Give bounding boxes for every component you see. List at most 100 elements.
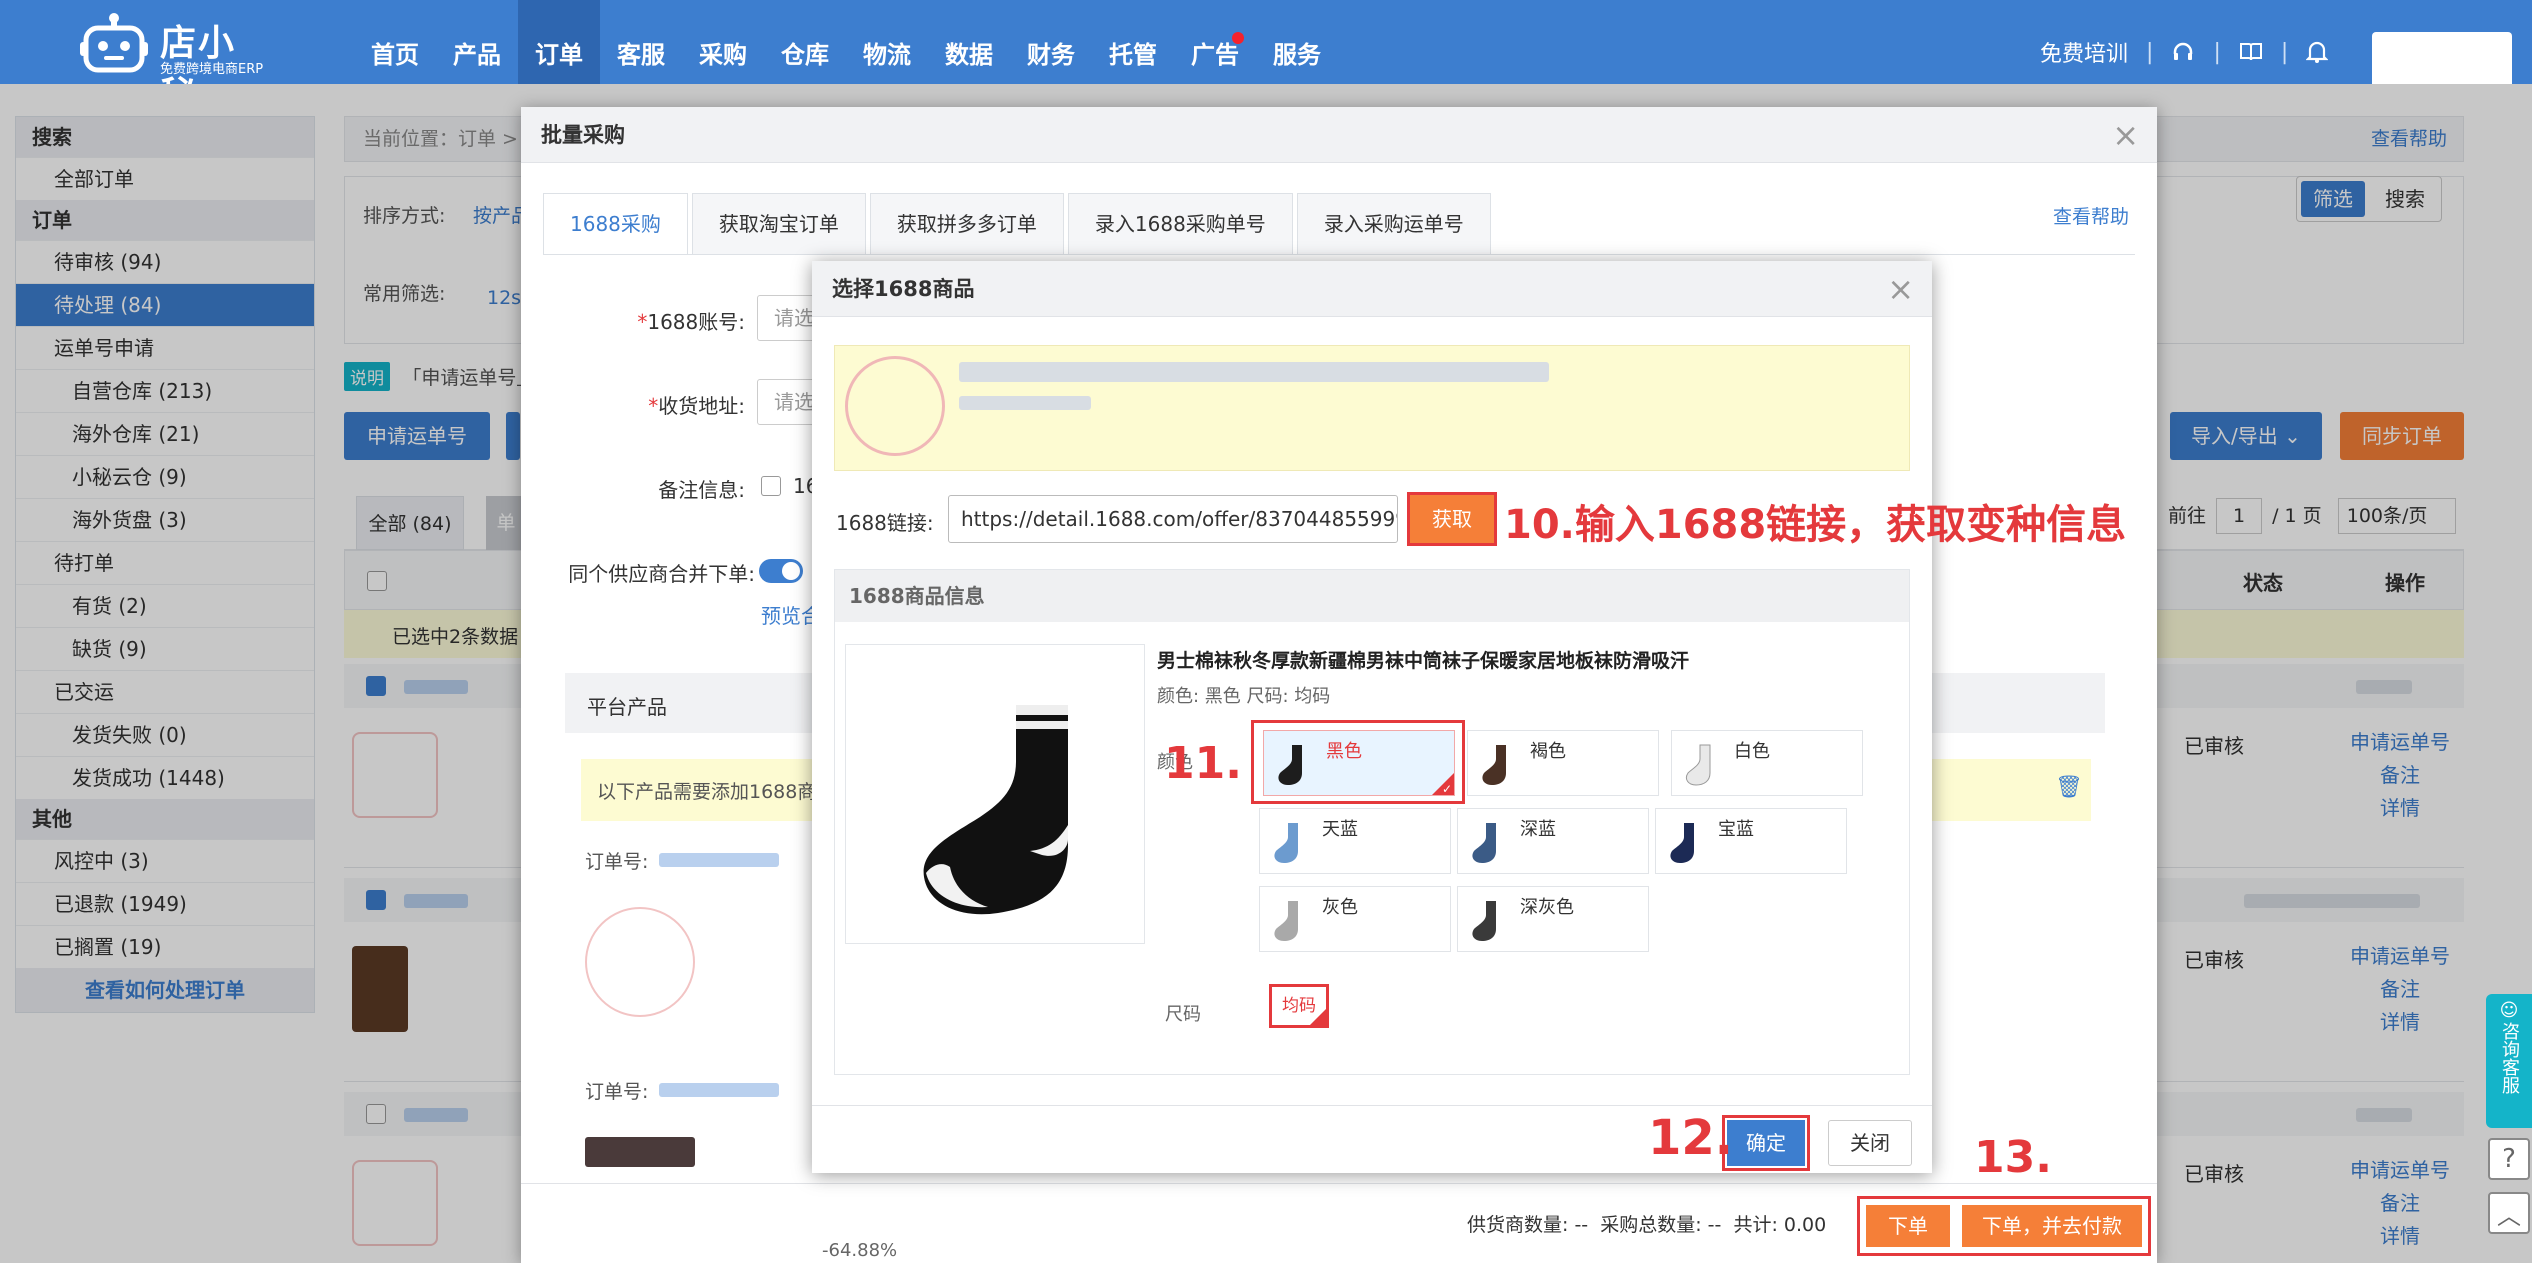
variant-royal-blue[interactable]: 宝蓝 — [1655, 808, 1847, 874]
variant-dark-gray[interactable]: 深灰色 — [1457, 886, 1649, 952]
product-title: 男士棉袜秋冬厚款新疆棉男袜中筒袜子保暖家居地板袜防滑吸汗 — [1157, 650, 1690, 672]
free-training-link[interactable]: 免费培训 — [2040, 36, 2128, 68]
product-image — [845, 644, 1145, 944]
product-thumbnail — [585, 1137, 695, 1167]
nav-item-warehouse[interactable]: 仓库 — [764, 0, 846, 84]
tab-fetch-taobao[interactable]: 获取淘宝订单 — [691, 193, 866, 255]
back-to-top-icon[interactable]: ︿ — [2488, 1192, 2530, 1234]
nav-item-ads-label: 广告 — [1191, 41, 1239, 69]
order-no-value — [659, 1083, 779, 1097]
variant-dark-blue[interactable]: 深蓝 — [1457, 808, 1649, 874]
sock-image-icon — [923, 705, 1068, 915]
close-icon[interactable]: × — [2112, 107, 2139, 163]
divider: | — [2280, 39, 2289, 65]
nav-item-ads[interactable]: 广告 — [1174, 0, 1256, 84]
merge-supplier-toggle[interactable] — [759, 559, 803, 583]
close-icon[interactable]: × — [1887, 261, 1914, 317]
order-no-value — [659, 853, 779, 867]
logo[interactable]: 店小秘 免费跨境电商ERP — [80, 8, 270, 116]
sock-thumbnail-icon — [1472, 823, 1496, 863]
confirm-button[interactable]: 确定 — [1722, 1115, 1810, 1171]
product-thumbnail — [585, 907, 695, 1017]
percent-fragment: -64.88% — [822, 1240, 898, 1261]
product-info-panel: 1688商品信息 男士棉袜秋冬厚款新疆棉男袜中筒袜子保暖家居地板袜防滑吸汗 颜色… — [834, 569, 1910, 1075]
user-account-area[interactable] — [2372, 32, 2512, 84]
variant-label: 灰色 — [1322, 897, 1358, 918]
place-order-button[interactable]: 下单 — [1866, 1205, 1950, 1247]
black-variant-highlight — [1251, 720, 1465, 804]
help-link[interactable]: 查看帮助 — [2053, 202, 2129, 229]
nav-item-customer-service[interactable]: 客服 — [600, 0, 682, 84]
step-12-annotation: 12. — [1648, 1110, 1734, 1166]
purchase-footer: 供货商数量: -- 采购总数量: -- 共计: 0.00 下单 下单，并去付款 — [521, 1183, 2157, 1263]
book-icon[interactable] — [2239, 40, 2263, 64]
variant-brown[interactable]: 褐色 — [1467, 730, 1659, 796]
nav-item-services[interactable]: 服务 — [1256, 0, 1338, 84]
sock-thumbnail-icon — [1670, 823, 1694, 863]
consult-support-button[interactable]: ☺ 咨询客服 — [2486, 994, 2532, 1128]
account-label: *1688账号: — [637, 310, 745, 334]
order-buttons-highlight: 下单 下单，并去付款 — [1857, 1196, 2151, 1256]
trash-icon[interactable]: 🗑 — [2055, 775, 2083, 800]
tabs-divider — [543, 254, 2135, 255]
variant-label: 褐色 — [1530, 741, 1566, 762]
address-select[interactable]: 请选 — [757, 379, 817, 425]
place-order-and-pay-button[interactable]: 下单，并去付款 — [1962, 1205, 2142, 1247]
variant-label: 宝蓝 — [1718, 819, 1754, 840]
top-right-tools: 免费培训 | | | — [2040, 36, 2329, 68]
nav-item-home[interactable]: 首页 — [354, 0, 436, 84]
address-label: *收货地址: — [648, 394, 745, 418]
selected-corner-mark — [1310, 1009, 1326, 1025]
platform-product-banner — [834, 345, 1910, 471]
nav-item-logistics[interactable]: 物流 — [846, 0, 928, 84]
dialog-footer-divider — [812, 1105, 1932, 1106]
nav-item-hosting[interactable]: 托管 — [1092, 0, 1174, 84]
dialog-title: 批量采购 — [541, 123, 625, 147]
nav-item-purchase[interactable]: 采购 — [682, 0, 764, 84]
1688-link-input[interactable]: https://detail.1688.com/offer/8370448559… — [948, 495, 1398, 543]
product-spec: 颜色: 黑色 尺码: 均码 — [1157, 686, 1331, 707]
step-11-annotation: 11. — [1164, 738, 1242, 789]
divider: | — [2146, 39, 2154, 65]
merge-supplier-label: 同个供应商合并下单: — [568, 562, 755, 586]
nav-item-products[interactable]: 产品 — [436, 0, 518, 84]
remark-checkbox[interactable] — [761, 476, 781, 496]
tab-1688-purchase[interactable]: 1688采购 — [543, 193, 688, 255]
bell-icon[interactable] — [2306, 40, 2329, 64]
product-info-title: 1688商品信息 — [835, 570, 1909, 622]
order-no-label: 订单号: — [585, 1081, 649, 1103]
tab-enter-1688-order-no[interactable]: 录入1688采购单号 — [1067, 193, 1293, 255]
close-button[interactable]: 关闭 — [1828, 1120, 1912, 1166]
account-select[interactable]: 请选 — [757, 295, 817, 341]
fetch-button[interactable]: 获取 — [1407, 492, 1497, 546]
variant-label: 深灰色 — [1520, 897, 1574, 918]
remark-label: 备注信息: — [658, 478, 745, 502]
platform-products-title: 平台产品 — [587, 695, 667, 719]
help-question-icon[interactable]: ? — [2488, 1138, 2530, 1180]
variant-gray[interactable]: 灰色 — [1259, 886, 1451, 952]
sock-thumbnail-icon — [1274, 823, 1298, 863]
product-sku-blurred — [959, 396, 1091, 410]
product-title-blurred — [959, 362, 1549, 382]
order-no-label: 订单号: — [585, 851, 649, 873]
nav-item-finance[interactable]: 财务 — [1010, 0, 1092, 84]
headset-icon[interactable] — [2171, 40, 2195, 64]
tab-enter-tracking-no[interactable]: 录入采购运单号 — [1296, 193, 1491, 255]
sock-thumbnail-icon — [1274, 901, 1298, 941]
dialog-header: 批量采购 × — [521, 107, 2157, 163]
step-10-annotation: 10.输入1688链接，获取变种信息 — [1504, 502, 2127, 548]
nav-item-data[interactable]: 数据 — [928, 0, 1010, 84]
size-option-one-size[interactable]: 均码 — [1269, 984, 1329, 1028]
tab-fetch-pinduoduo[interactable]: 获取拼多多订单 — [869, 193, 1064, 255]
sock-thumbnail-icon — [1472, 901, 1496, 941]
nav-item-orders[interactable]: 订单 — [518, 0, 600, 84]
notification-dot — [1232, 32, 1244, 44]
variant-label: 白色 — [1734, 741, 1770, 762]
purchase-tabs: 1688采购 获取淘宝订单 获取拼多多订单 录入1688采购单号 录入采购运单号 — [543, 193, 1495, 255]
variant-white[interactable]: 白色 — [1671, 730, 1863, 796]
purchase-summary: 供货商数量: -- 采购总数量: -- 共计: 0.00 — [1467, 1214, 1827, 1236]
step-13-annotation: 13. — [1974, 1132, 2052, 1183]
variant-sky-blue[interactable]: 天蓝 — [1259, 808, 1451, 874]
consult-label: 咨询客服 — [2499, 1022, 2520, 1094]
account-label-text: 1688账号: — [647, 310, 745, 334]
